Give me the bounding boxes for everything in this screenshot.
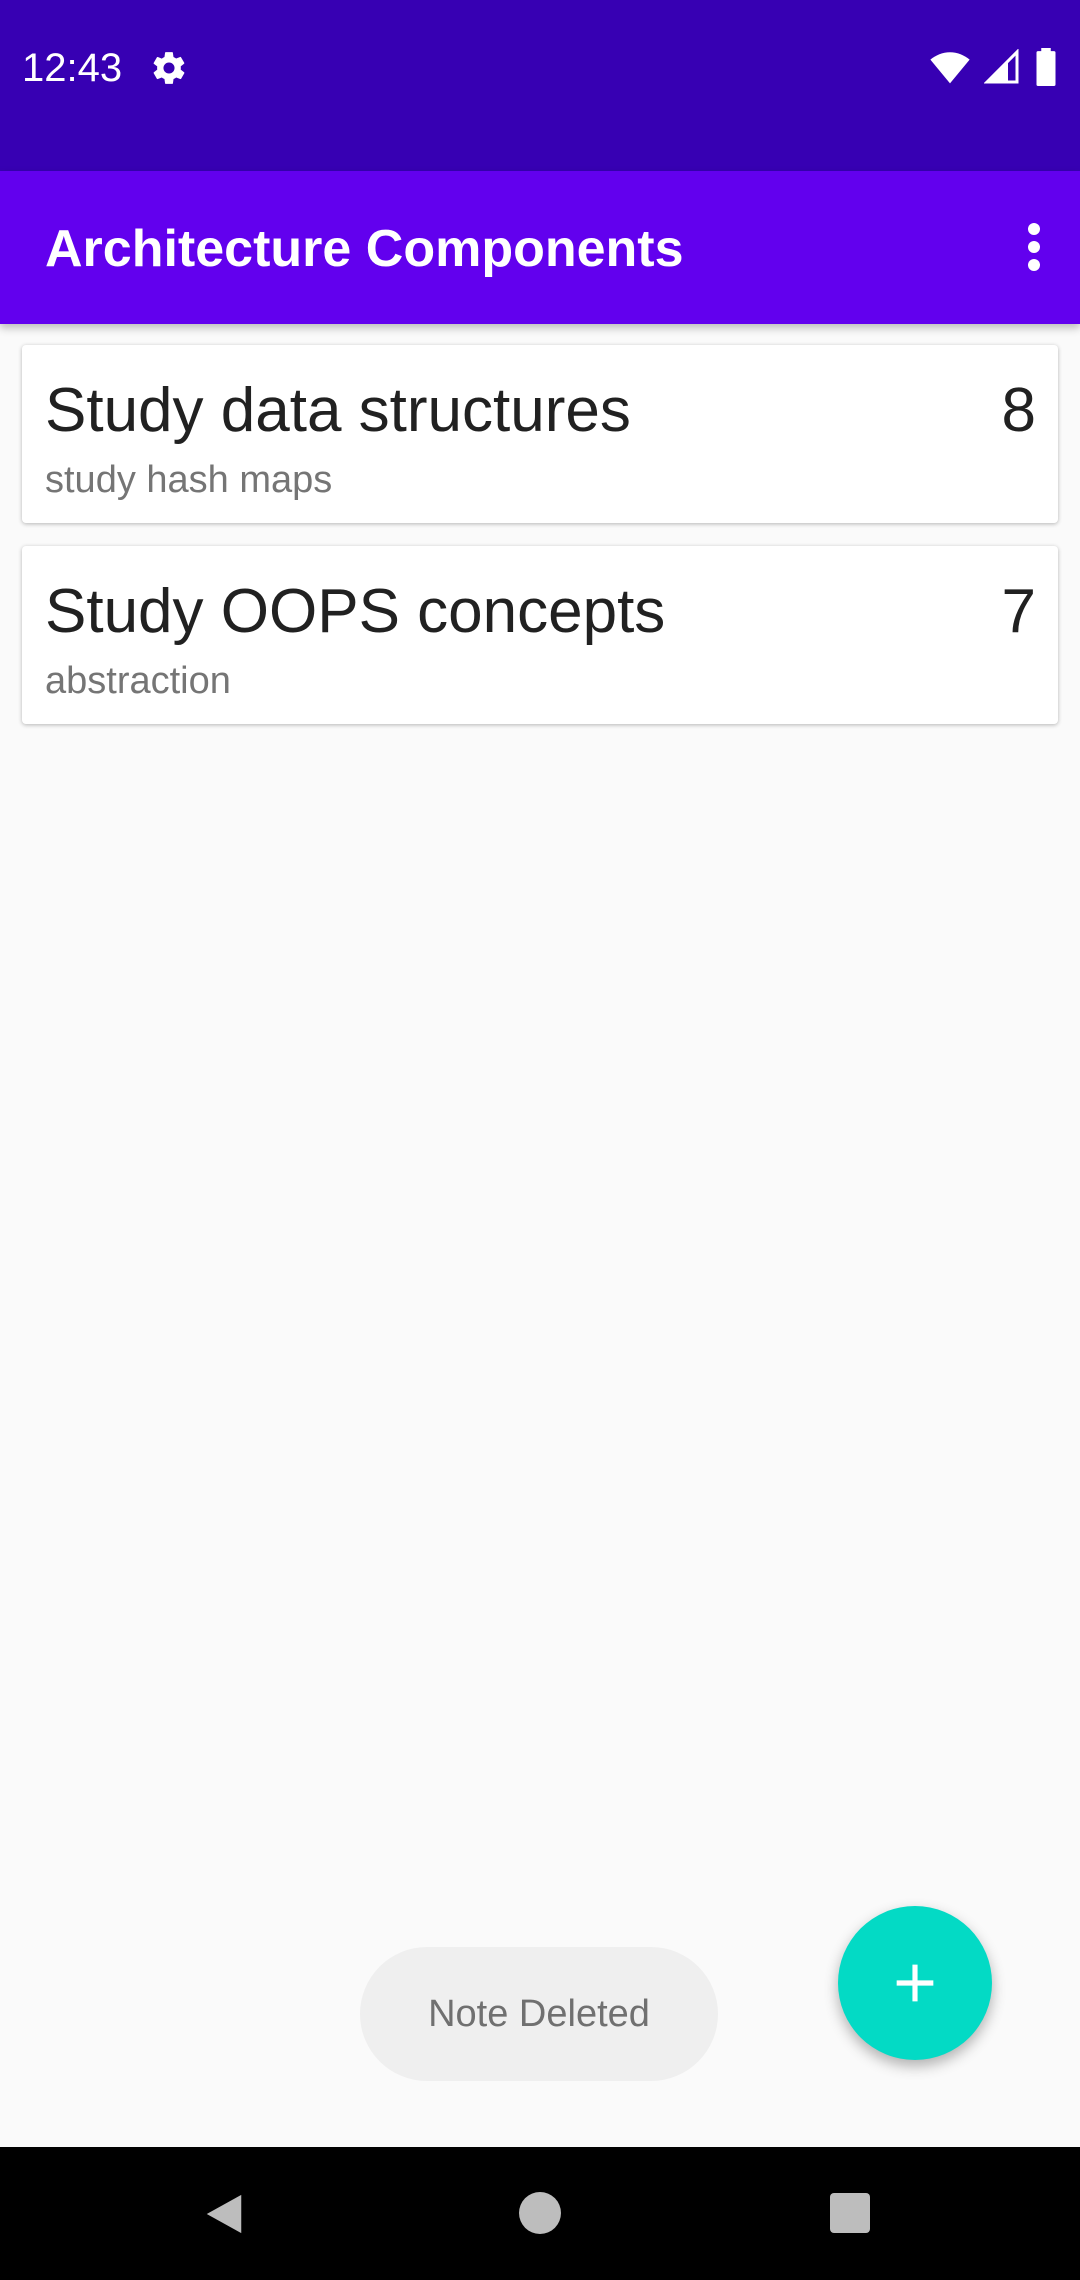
app-bar: Architecture Components	[0, 171, 1080, 324]
status-icons	[930, 48, 1058, 86]
battery-icon	[1036, 48, 1056, 86]
app-title: Architecture Components	[45, 220, 684, 278]
toast-message: Note Deleted	[360, 1947, 718, 2081]
gear-icon	[153, 52, 185, 84]
add-note-button[interactable]	[838, 1906, 992, 2060]
recents-icon[interactable]	[830, 2193, 870, 2233]
signal-icon	[984, 49, 1019, 84]
plus-icon	[896, 1964, 934, 2002]
note-card[interactable]: Study data structures study hash maps 8	[22, 345, 1058, 523]
note-card[interactable]: Study OOPS concepts abstraction 7	[22, 546, 1058, 724]
note-title: Study OOPS concepts	[45, 577, 666, 646]
back-icon[interactable]	[202, 2191, 246, 2237]
note-description: study hash maps	[45, 459, 333, 501]
note-priority: 8	[1001, 376, 1036, 445]
note-priority: 7	[1001, 577, 1036, 646]
navigation-bar	[0, 2147, 1080, 2280]
home-icon[interactable]	[519, 2192, 561, 2234]
note-description: abstraction	[45, 660, 231, 702]
note-title: Study data structures	[45, 376, 631, 445]
wifi-icon	[930, 52, 970, 84]
status-bar: 12:43	[0, 0, 1080, 171]
overflow-menu-icon[interactable]	[1026, 223, 1042, 271]
status-time: 12:43	[22, 46, 123, 90]
